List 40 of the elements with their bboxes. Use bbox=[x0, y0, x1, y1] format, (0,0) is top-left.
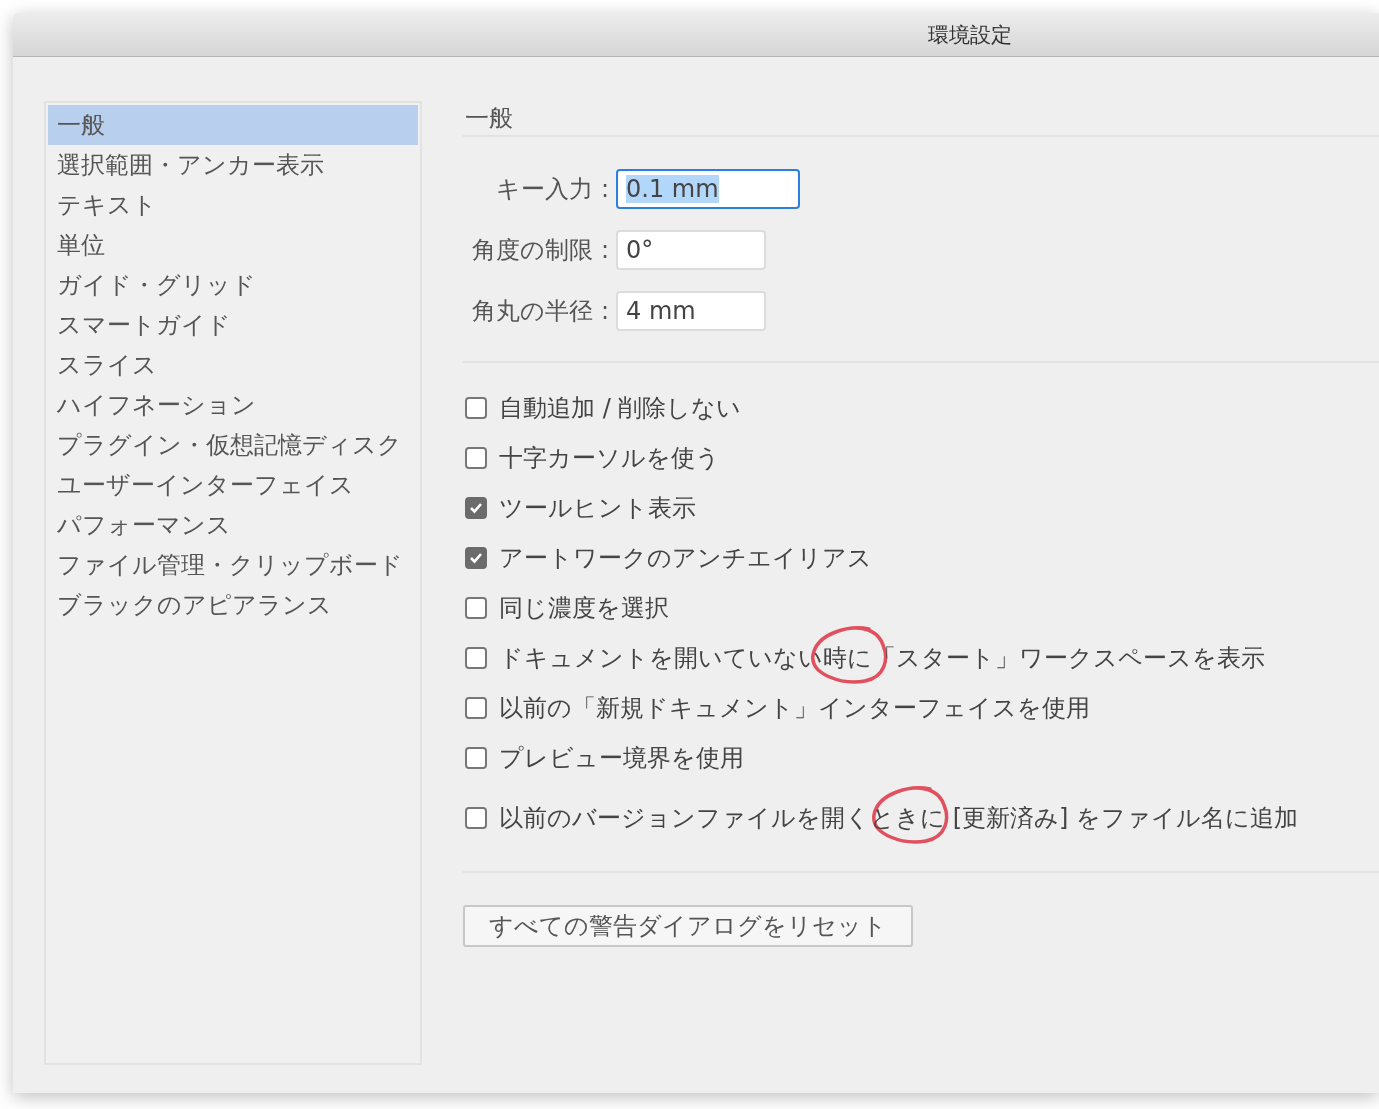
sidebar-item[interactable]: ユーザーインターフェイス bbox=[48, 465, 418, 505]
checkbox[interactable] bbox=[465, 497, 487, 519]
sidebar-item[interactable]: ハイフネーション bbox=[48, 385, 418, 425]
option-label: 自動追加 / 削除しない bbox=[499, 393, 742, 424]
option-label: 十字カーソルを使う bbox=[499, 443, 720, 474]
sidebar-item[interactable]: 選択範囲・アンカー表示 bbox=[48, 145, 418, 185]
option-label: アートワークのアンチエイリアス bbox=[499, 543, 872, 574]
sidebar-item[interactable]: 一般 bbox=[48, 105, 418, 145]
window-title: 環境設定 bbox=[928, 21, 1012, 49]
option-label: 以前の「新規ドキュメント」インターフェイスを使用 bbox=[499, 693, 1090, 724]
input-field[interactable]: 4 mm bbox=[616, 291, 766, 331]
checkbox[interactable] bbox=[465, 447, 487, 469]
sidebar-item[interactable]: パフォーマンス bbox=[48, 505, 418, 545]
checkmark-icon bbox=[469, 552, 483, 564]
checkbox[interactable] bbox=[465, 807, 487, 829]
section-title: 一般 bbox=[464, 103, 514, 134]
checkbox[interactable] bbox=[465, 547, 487, 569]
sidebar-item[interactable]: スライス bbox=[48, 345, 418, 385]
option-label: ツールヒント表示 bbox=[499, 493, 696, 524]
checkmark-icon bbox=[469, 502, 483, 514]
sidebar-item[interactable]: スマートガイド bbox=[48, 305, 418, 345]
reset-warnings-button[interactable]: すべての警告ダイアログをリセット bbox=[463, 905, 913, 947]
checkbox[interactable] bbox=[465, 697, 487, 719]
option-label: プレビュー境界を使用 bbox=[499, 743, 744, 774]
sidebar-item[interactable]: プラグイン・仮想記憶ディスク bbox=[48, 425, 418, 465]
checkbox[interactable] bbox=[465, 597, 487, 619]
sidebar-item[interactable]: テキスト bbox=[48, 185, 418, 225]
input-field[interactable]: 0° bbox=[616, 230, 766, 270]
option-label: 同じ濃度を選択 bbox=[499, 593, 669, 624]
sidebar-item[interactable]: ブラックのアピアランス bbox=[48, 585, 418, 625]
sidebar-item[interactable]: ファイル管理・クリップボード bbox=[48, 545, 418, 585]
sidebar-item[interactable]: 単位 bbox=[48, 225, 418, 265]
checkbox[interactable] bbox=[465, 747, 487, 769]
sidebar-item[interactable]: ガイド・グリッド bbox=[48, 265, 418, 305]
field-label: キー入力 : bbox=[495, 174, 609, 205]
field-label: 角度の制限 : bbox=[471, 235, 609, 266]
checkbox[interactable] bbox=[465, 397, 487, 419]
field-label: 角丸の半径 : bbox=[471, 296, 609, 327]
checkbox[interactable] bbox=[465, 647, 487, 669]
input-field[interactable]: 0.1 mm bbox=[616, 169, 800, 209]
